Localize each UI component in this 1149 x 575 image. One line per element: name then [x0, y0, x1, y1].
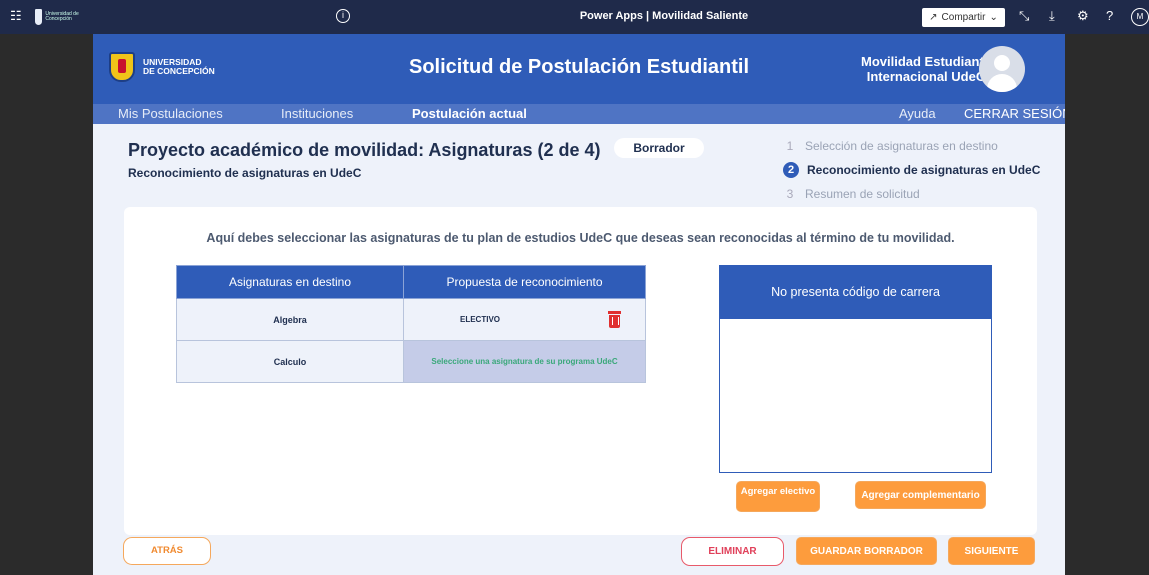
info-icon[interactable]: i: [336, 9, 350, 23]
progress-steps: 1 Selección de asignaturas en destino 2 …: [783, 134, 1040, 206]
save-draft-button[interactable]: GUARDAR BORRADOR: [796, 537, 937, 565]
trash-icon[interactable]: [608, 311, 621, 328]
powerapps-top-bar: ☷ Universidad de Concepción Power Apps |…: [0, 0, 1149, 34]
mini-logo-text: Universidad de Concepción: [45, 11, 79, 22]
table-row[interactable]: Algebra ELECTIVO: [176, 298, 646, 341]
step-1: 1 Selección de asignaturas en destino: [783, 134, 1040, 158]
career-subjects-panel: No presenta código de carrera: [719, 265, 992, 473]
subtitle-line-2: Internacional UdeC: [866, 69, 986, 84]
proposal-cell[interactable]: Seleccione una asignatura de su programa…: [403, 340, 646, 383]
table-header-row: Asignaturas en destino Propuesta de reco…: [176, 265, 646, 299]
nav-item-ayuda[interactable]: Ayuda: [899, 106, 936, 121]
trash-bin: [609, 315, 620, 328]
content-card: Aquí debes seleccionar las asignaturas d…: [124, 207, 1037, 535]
column-header: Asignaturas en destino: [176, 265, 404, 299]
main-nav: Mis Postulaciones Instituciones Postulac…: [93, 104, 1065, 124]
download-icon[interactable]: ⤓: [1049, 9, 1055, 23]
nav-item-postulacion-actual[interactable]: Postulación actual: [412, 106, 527, 121]
add-elective-button[interactable]: Agregar electivo: [736, 481, 820, 512]
gear-icon[interactable]: ⚙: [1077, 9, 1089, 23]
nav-item-mis-postulaciones[interactable]: Mis Postulaciones: [118, 106, 223, 121]
avatar-body: [987, 74, 1017, 92]
app-launcher-icon[interactable]: ☷: [10, 9, 24, 23]
step-label: Resumen de solicitud: [805, 187, 920, 201]
destination-subject-cell: Algebra: [176, 298, 404, 341]
shield-icon: [35, 9, 43, 25]
delete-button[interactable]: ELIMINAR: [681, 537, 784, 566]
header-subtitle: Movilidad Estudiantil Internacional UdeC: [861, 54, 991, 84]
user-avatar-button[interactable]: M: [1131, 8, 1149, 26]
proposal-value: ELECTIVO: [460, 315, 501, 324]
trash-lid: [608, 311, 621, 314]
table-row[interactable]: Calculo Seleccione una asignatura de su …: [176, 340, 646, 383]
back-button[interactable]: ATRÁS: [123, 537, 211, 565]
logout-link[interactable]: CERRAR SESIÓN: [964, 106, 1065, 121]
app-header: UNIVERSIDAD DE CONCEPCIÓN Solicitud de P…: [93, 34, 1065, 104]
step-number: 3: [786, 187, 794, 201]
share-label: Compartir: [941, 12, 986, 23]
step-label: Reconocimiento de asignaturas en UdeC: [807, 163, 1041, 177]
destination-subject-cell: Calculo: [176, 340, 404, 383]
chevron-down-icon: ⌄: [989, 12, 998, 23]
avatar[interactable]: [979, 46, 1025, 92]
step-number: 2: [783, 162, 799, 178]
share-icon: ↗: [929, 12, 938, 23]
avatar-head: [994, 55, 1010, 71]
nav-item-instituciones[interactable]: Instituciones: [281, 106, 353, 121]
fit-to-window-icon[interactable]: ⤡: [1019, 9, 1029, 23]
page-title: Proyecto académico de movilidad: Asignat…: [128, 140, 601, 160]
subtitle-line-1: Movilidad Estudiantil: [860, 54, 991, 69]
page-subtitle: Reconocimiento de asignaturas en UdeC: [128, 166, 362, 180]
step-label: Selección de asignaturas en destino: [805, 139, 998, 153]
instruction-text: Aquí debes seleccionar las asignaturas d…: [206, 231, 955, 245]
step-number: 1: [786, 139, 794, 153]
app-canvas: UNIVERSIDAD DE CONCEPCIÓN Solicitud de P…: [93, 34, 1065, 575]
column-header: Propuesta de reconocimiento: [403, 265, 646, 299]
add-complementary-button[interactable]: Agregar complementario: [855, 481, 986, 509]
help-icon[interactable]: ?: [1106, 9, 1113, 23]
subjects-table: Asignaturas en destino Propuesta de reco…: [176, 265, 646, 383]
share-button[interactable]: ↗ Compartir ⌄: [922, 8, 1005, 27]
udec-mini-logo: Universidad de Concepción: [35, 8, 83, 26]
career-panel-title: No presenta código de carrera: [720, 266, 991, 319]
next-button[interactable]: SIGUIENTE: [948, 537, 1035, 565]
step-2: 2 Reconocimiento de asignaturas en UdeC: [783, 158, 1040, 182]
step-3: 3 Resumen de solicitud: [783, 182, 1040, 206]
proposal-cell[interactable]: ELECTIVO: [403, 298, 646, 341]
status-badge: Borrador: [614, 138, 704, 158]
